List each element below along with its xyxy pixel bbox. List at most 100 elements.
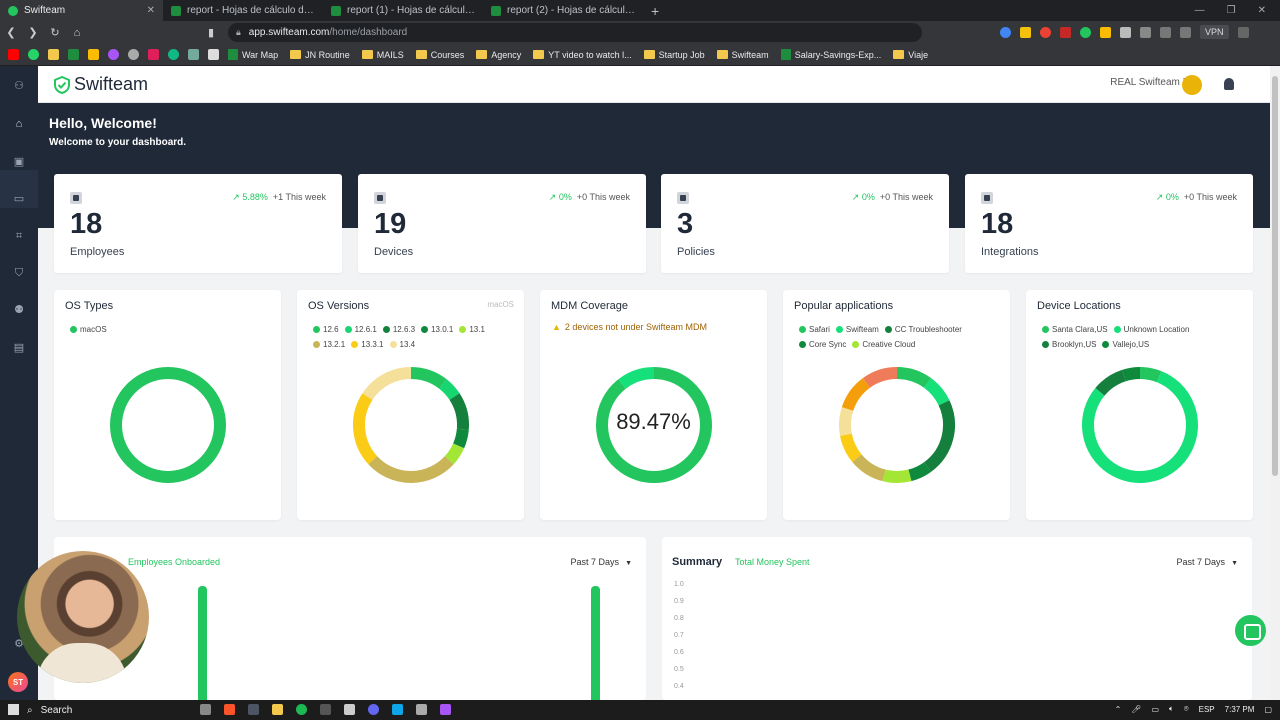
youtube-icon[interactable] [8,49,19,60]
summary-tab-money[interactable]: Total Money Spent [735,557,810,567]
display-icon[interactable]: ▭ [1151,705,1159,714]
slack-icon[interactable] [148,49,159,60]
legend-item[interactable]: Creative Cloud [852,337,915,352]
legend-item[interactable]: macOS [70,322,107,337]
donut-slice[interactable] [908,462,932,482]
menu-icon[interactable] [1237,26,1249,38]
microphone-icon[interactable]: 🎤︎ [1131,705,1141,714]
chatgpt-icon[interactable] [188,49,199,60]
stat-card-policies[interactable]: ↗ 0% +0 This week 3 Policies [661,174,949,273]
chevron-up-icon[interactable]: ⌃ [1115,705,1122,714]
bookmark-jn-routine[interactable]: JN Routine [290,50,350,60]
wallet-icon[interactable] [1180,26,1191,38]
taskbar-search[interactable]: ⌕ Search [27,702,197,718]
donut-slice[interactable] [896,367,932,388]
minimize-icon[interactable]: — [1195,5,1205,16]
os-filter-label[interactable]: macOS [487,300,514,309]
donut-slice[interactable] [882,469,912,483]
donut-slice[interactable] [840,433,862,462]
notifications-icon[interactable]: ▢ [1264,705,1272,714]
app-icon[interactable] [392,704,403,715]
sidebar-item-users-icon[interactable]: ⚉ [12,304,26,316]
legend-item[interactable]: Vallejo,US [1102,337,1149,352]
notion-icon[interactable] [208,49,219,60]
donut-slice[interactable] [862,367,898,388]
keep-icon[interactable] [88,49,99,60]
sidebar-item-integrations-icon[interactable]: ⌗ [12,230,26,242]
network-icon[interactable]: ⌾ [1184,704,1189,714]
donut-slice[interactable] [841,378,871,412]
legend-item[interactable]: Safari [799,322,830,337]
legend-item[interactable]: 13.3.1 [351,337,384,352]
extension-icon[interactable] [1080,26,1091,38]
donut-slice[interactable] [353,393,378,465]
file-explorer-icon[interactable] [272,704,283,715]
calculator-icon[interactable] [248,704,259,715]
tab-report-2[interactable]: report (2) - Hojas de cálculo de Google [483,0,643,21]
donut-slice[interactable] [1122,367,1141,382]
bookmark-startup-job[interactable]: Startup Job [643,50,705,60]
app-icon[interactable] [440,704,451,715]
donut-slice[interactable] [618,367,655,389]
bookmark-icon[interactable] [48,49,59,60]
clock[interactable]: 7:37 PM [1225,705,1255,714]
donut-slice[interactable] [923,378,950,406]
mdm-warning[interactable]: ▲ 2 devices not under Swifteam MDM [552,322,707,332]
tab-report[interactable]: report - Hojas de cálculo de Google [163,0,323,21]
company-menu-icon[interactable] [1182,75,1202,95]
bookmark-agency[interactable]: Agency [476,50,521,60]
language-indicator[interactable]: ESP [1199,705,1215,714]
stat-card-integrations[interactable]: ↗ 0% +0 This week 18 Integrations [965,174,1253,273]
donut-slice[interactable] [110,367,226,483]
brave-icon[interactable] [224,704,235,715]
donut-slice[interactable] [362,367,412,401]
donut-slice[interactable] [923,400,955,472]
summary-period-select[interactable]: Past 7 Days ▼ [1177,557,1238,567]
bookmark-viaje[interactable]: Viaje [893,50,928,60]
bookmark-salary-savings[interactable]: Salary-Savings-Exp... [780,49,881,60]
legend-item[interactable]: CC Troubleshooter [884,322,962,337]
bookmark-yt-video[interactable]: YT video to watch l... [533,50,632,60]
whatsapp-icon[interactable] [28,49,39,60]
forward-icon[interactable]: ❯ [22,26,44,39]
grammarly-icon[interactable] [168,49,179,60]
spotify-icon[interactable] [296,704,307,715]
legend-item[interactable]: 12.6.1 [344,322,377,337]
bookmark-icon[interactable]: ▮ [200,26,222,39]
donut-slice[interactable] [453,428,469,449]
team-icon[interactable]: ⚇ [12,80,26,92]
extension-icon[interactable] [1020,26,1031,38]
url-input[interactable]: 🔒︎ app.swifteam.com/home/dashboard [228,23,922,42]
close-tab-icon[interactable]: ✕ [147,5,155,16]
donut-slice[interactable] [852,454,886,482]
sheets-icon[interactable] [68,49,79,60]
user-avatar[interactable]: ST [8,672,28,692]
legend-item[interactable]: 13.2.1 [313,337,345,352]
sidebar-item-security-icon[interactable]: ⛉ [12,267,26,279]
vpn-button[interactable]: VPN [1200,25,1229,39]
legend-item[interactable]: Core Sync [799,337,846,352]
extension-icon[interactable] [1000,26,1011,38]
brand-logo[interactable]: Swifteam [54,74,148,95]
bookmark-mails[interactable]: MAILS [361,50,404,60]
donut-slice[interactable] [449,393,469,430]
reload-icon[interactable]: ↻ [44,26,66,39]
tab-swifteam[interactable]: Swifteam ✕ [0,0,163,21]
download-icon[interactable] [1140,26,1151,38]
volume-icon[interactable]: 🔈︎ [1169,704,1174,714]
app-icon[interactable] [320,704,331,715]
legend-item[interactable]: 13.1 [459,322,485,337]
maximize-icon[interactable]: ❐ [1227,5,1236,16]
page-scrollbar[interactable] [1270,66,1280,700]
legend-item[interactable]: Swifteam [835,322,879,337]
puzzle-icon[interactable] [1120,26,1131,38]
donut-slice[interactable] [1139,367,1162,383]
scrollbar-thumb[interactable] [1272,76,1278,476]
bookmark-swifteam[interactable]: Swifteam [716,50,769,60]
task-view-icon[interactable] [200,704,211,715]
legend-item[interactable]: Brooklyn,US [1042,337,1096,352]
legend-item[interactable]: 12.6.3 [382,322,415,337]
sidebar-item-reports-icon[interactable]: ▤ [12,342,26,354]
donut-slice[interactable] [439,379,460,401]
sidebar-item-employees-icon[interactable]: ▣ [12,156,26,168]
